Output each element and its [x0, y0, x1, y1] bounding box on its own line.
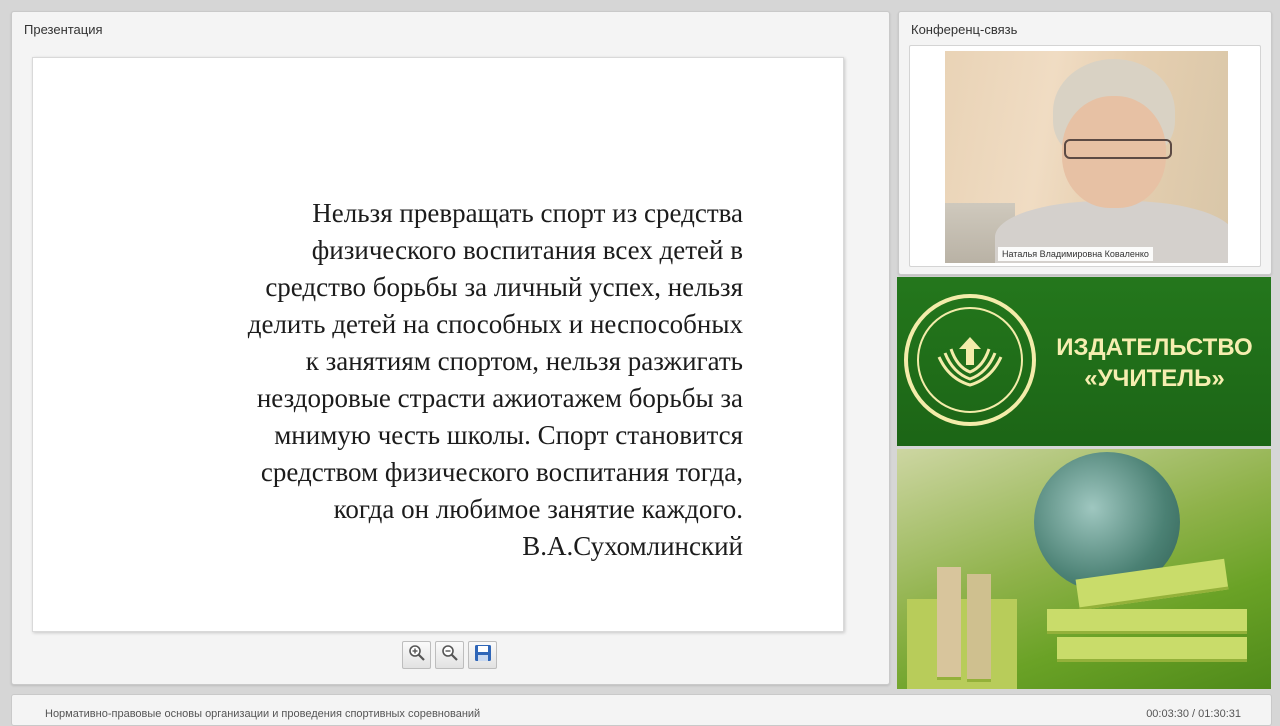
- zoom-in-icon: [408, 644, 426, 667]
- presentation-panel: Презентация Нельзя превращать спорт из с…: [11, 11, 890, 685]
- participant-name: Наталья Владимировна Коваленко: [998, 247, 1153, 261]
- books-image: [897, 449, 1271, 689]
- conference-title: Конференц-связь: [911, 22, 1018, 37]
- book-illustration: [967, 574, 991, 682]
- quote-text: Нельзя превращать спорт из средства физи…: [247, 198, 743, 524]
- presentation-title: Презентация: [24, 22, 103, 37]
- book-illustration: [937, 567, 961, 680]
- conference-panel: Конференц-связь Наталья Владимировна Ков…: [898, 11, 1272, 275]
- save-button[interactable]: [468, 641, 497, 669]
- publisher-banner: ИЗДАТЕЛЬСТВО «УЧИТЕЛЬ»: [897, 277, 1271, 446]
- book-illustration: [1057, 637, 1247, 662]
- publisher-logo: [904, 294, 1036, 426]
- slide-toolbar: [402, 641, 497, 671]
- book-flame-icon: [937, 337, 1003, 387]
- video-frame[interactable]: Наталья Владимировна Коваленко: [909, 45, 1261, 267]
- footer-bar: Нормативно-правовые основы организации и…: [11, 694, 1272, 726]
- zoom-in-button[interactable]: [402, 641, 431, 669]
- course-title: Нормативно-правовые основы организации и…: [45, 708, 481, 720]
- logo-inner-ring: [917, 307, 1023, 413]
- save-icon: [474, 644, 492, 667]
- quote-author: В.А.Сухомлинский: [522, 531, 743, 561]
- publisher-name: ИЗДАТЕЛЬСТВО «УЧИТЕЛЬ»: [1056, 334, 1253, 392]
- zoom-out-button[interactable]: [435, 641, 464, 669]
- slide: Нельзя превращать спорт из средства физи…: [32, 57, 844, 632]
- slide-quote: Нельзя превращать спорт из средства физи…: [103, 158, 743, 602]
- speaker-glasses: [1064, 139, 1172, 159]
- webcam-feed: Наталья Владимировна Коваленко: [945, 51, 1228, 263]
- playback-time: 00:03:30 / 01:30:31: [1146, 708, 1241, 720]
- book-illustration: [907, 599, 1017, 689]
- zoom-out-icon: [441, 644, 459, 667]
- book-illustration: [1047, 609, 1247, 634]
